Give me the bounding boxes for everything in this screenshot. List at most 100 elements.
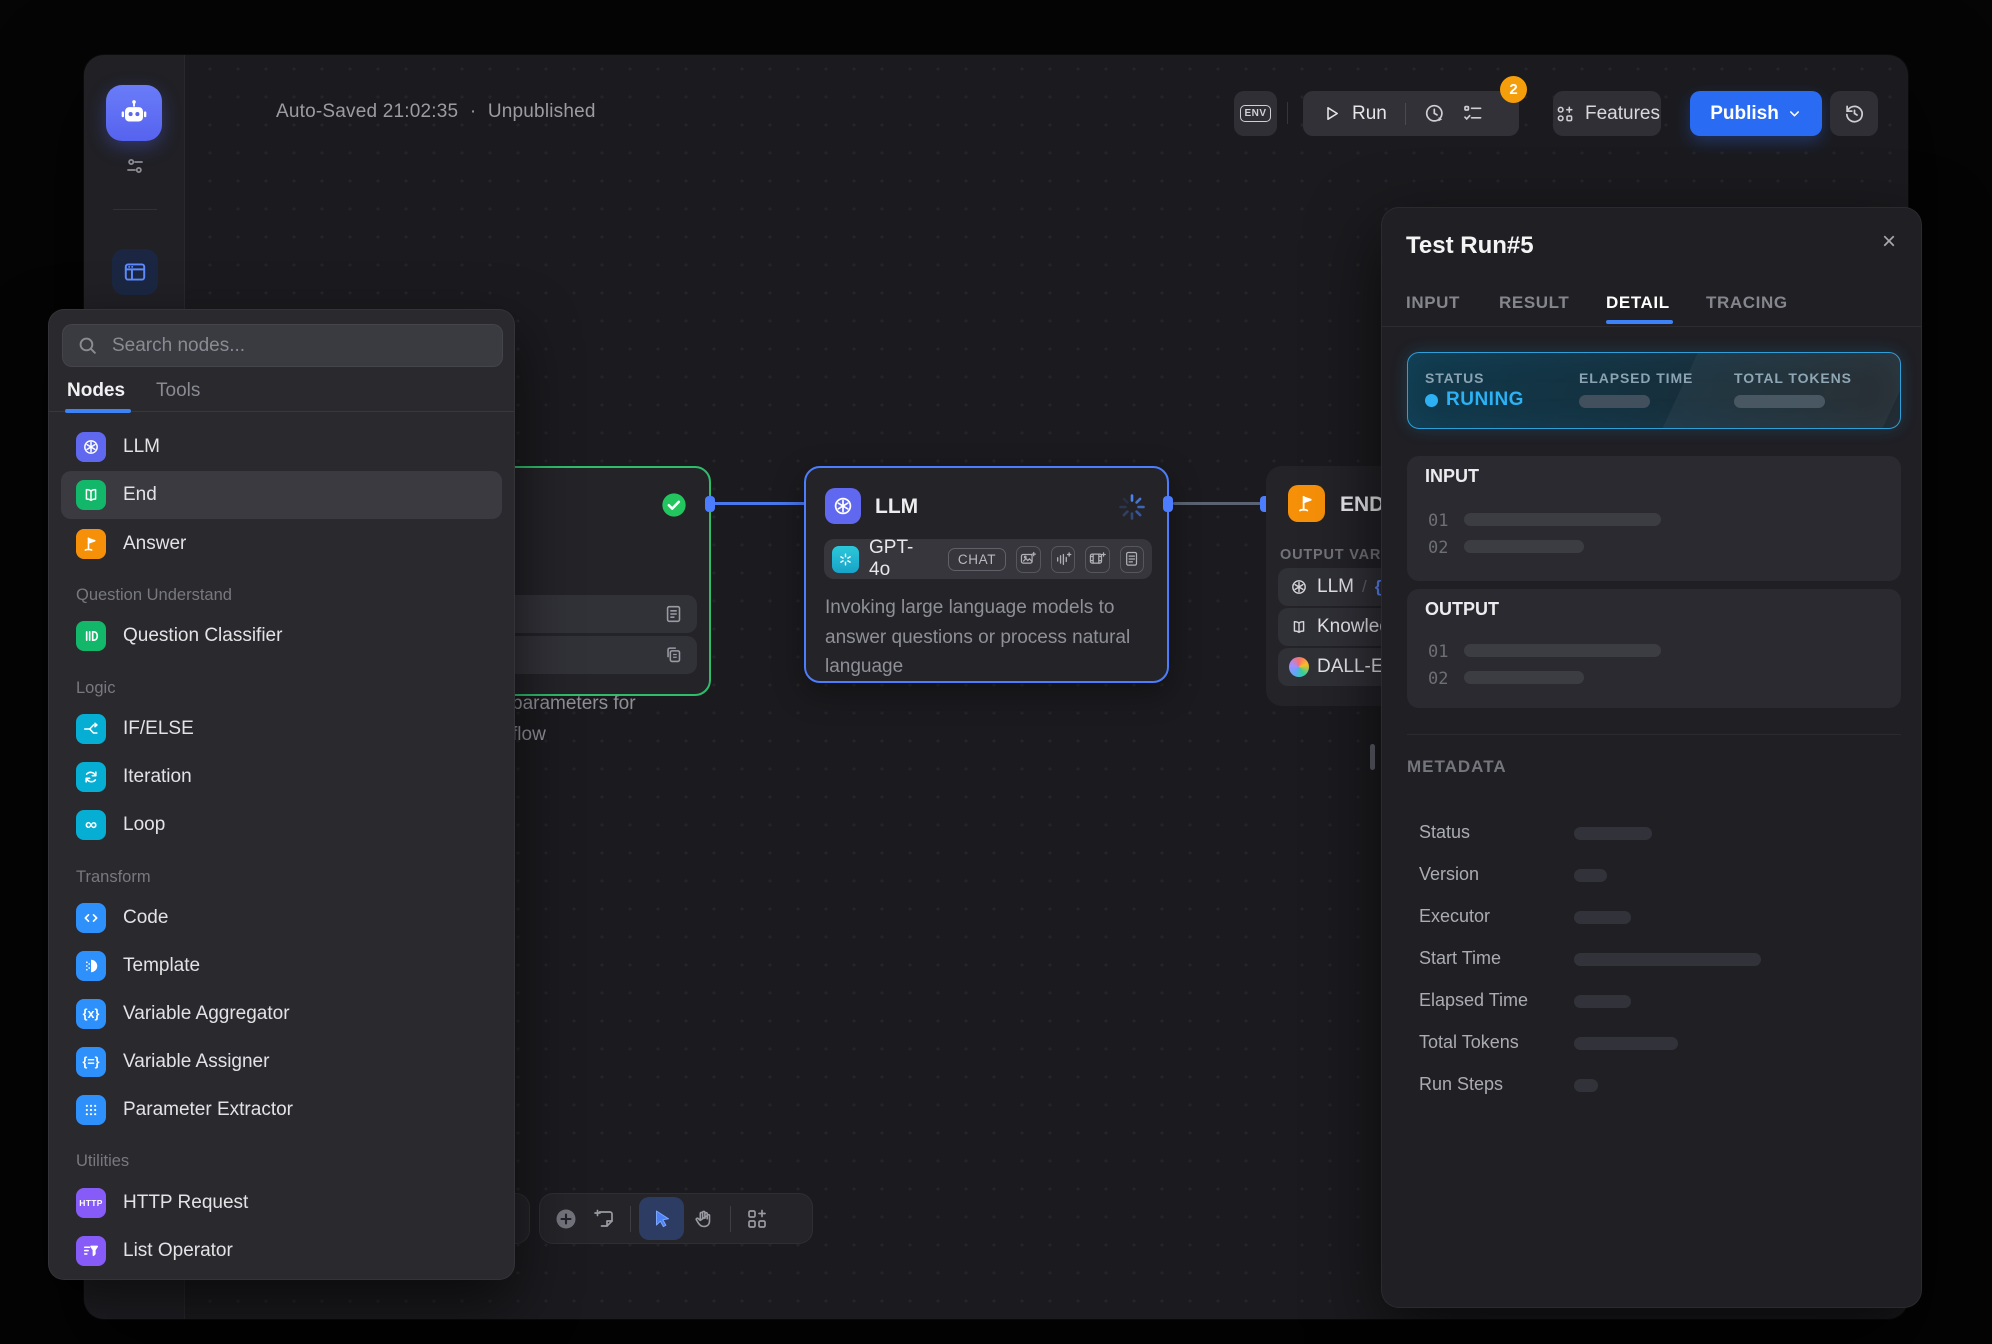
metadata-title: METADATA [1407, 757, 1507, 777]
screen: Auto-Saved 21:02:35 · Unpublished ENV Ru… [0, 0, 1992, 1344]
palette-item-question-classifier[interactable]: Question Classifier [61, 612, 502, 660]
canvas-toolbar [539, 1193, 813, 1244]
metadata-label-start-time: Start Time [1419, 948, 1501, 969]
version-history-button[interactable] [1830, 91, 1878, 136]
model-name: GPT-4o [869, 537, 928, 581]
tab-detail[interactable]: DETAIL [1606, 293, 1670, 313]
run-history-clock-icon[interactable] [1406, 102, 1461, 126]
output-variables-label: OUTPUT VARIA [1280, 547, 1397, 563]
preferences-sliders-icon[interactable] [123, 154, 147, 178]
variable-assigner-icon: {=} [76, 1047, 106, 1077]
var-separator: / [1362, 577, 1367, 597]
palette-item-answer[interactable]: Answer [61, 520, 502, 568]
llm-node[interactable]: LLM GPT-4o CHAT Invoking large language … [804, 466, 1169, 683]
document-capability-icon [1120, 546, 1144, 573]
iteration-icon [76, 762, 106, 792]
vision-capability-icon [1016, 546, 1040, 573]
chat-mode-badge: CHAT [948, 548, 1006, 571]
palette-item-template[interactable]: Template [61, 942, 502, 990]
add-node-button[interactable] [554, 1207, 578, 1231]
item-label: HTTP Request [123, 1192, 248, 1214]
close-icon[interactable]: × [1882, 230, 1896, 254]
app-logo-button[interactable] [106, 85, 162, 141]
end-node-icon [1288, 485, 1325, 522]
test-run-panel: Test Run#5 × INPUT RESULT DETAIL TRACING… [1381, 207, 1922, 1308]
palette-item-variable-aggregator[interactable]: {x} Variable Aggregator [61, 990, 502, 1038]
success-check-icon [660, 491, 688, 519]
list-operator-icon [76, 1236, 106, 1266]
llm-var-icon [1289, 577, 1309, 597]
palette-item-http-request[interactable]: HTTP HTTP Request [61, 1179, 502, 1227]
organize-nodes-button[interactable] [745, 1207, 769, 1231]
metadata-skeleton-bar [1574, 869, 1607, 882]
answer-flag-icon [76, 529, 106, 559]
palette-item-llm[interactable]: LLM [61, 423, 502, 471]
item-label: End [123, 484, 157, 506]
chevron-down-icon [1787, 106, 1802, 121]
item-label: Code [123, 907, 168, 929]
publish-button[interactable]: Publish [1690, 91, 1822, 136]
metadata-label-version: Version [1419, 864, 1479, 885]
item-label: Template [123, 955, 200, 977]
autosave-text: Auto-Saved 21:02:35 [276, 101, 458, 122]
checklist-icon[interactable] [1461, 102, 1485, 126]
section-utilities: Utilities [76, 1152, 129, 1171]
node-search[interactable] [62, 324, 503, 367]
llm-model-selector[interactable]: GPT-4o CHAT [824, 539, 1152, 579]
start-output-port[interactable] [705, 496, 715, 512]
http-request-icon: HTTP [76, 1188, 106, 1218]
palette-item-variable-assigner[interactable]: {=} Variable Assigner [61, 1038, 502, 1086]
tab-tracing[interactable]: TRACING [1706, 293, 1788, 313]
item-label: Iteration [123, 766, 192, 788]
llm-node-title: LLM [875, 495, 918, 519]
palette-item-end[interactable]: End [61, 471, 502, 519]
palette-item-code[interactable]: Code [61, 894, 502, 942]
issues-count-badge: 2 [1500, 76, 1527, 103]
pointer-tool-button[interactable] [639, 1197, 684, 1240]
var-name: Knowled [1317, 616, 1390, 638]
palette-item-list-operator[interactable]: List Operator [61, 1227, 502, 1275]
tab-tools[interactable]: Tools [156, 380, 200, 402]
output-card-title: OUTPUT [1425, 599, 1499, 620]
knowledge-book-icon [1289, 617, 1309, 637]
palette-item-loop[interactable]: ∞ Loop [61, 801, 502, 849]
palette-item-if-else[interactable]: IF/ELSE [61, 705, 502, 753]
features-button[interactable]: Features [1553, 91, 1661, 136]
tab-nodes[interactable]: Nodes [67, 380, 125, 402]
toolbar-divider [630, 1206, 631, 1232]
tab-result[interactable]: RESULT [1499, 293, 1569, 313]
item-label: IF/ELSE [123, 718, 194, 740]
dalle-icon [1289, 657, 1309, 677]
status-label: STATUS [1425, 370, 1484, 386]
run-button-group: Run [1303, 91, 1519, 136]
running-status-dot [1425, 394, 1438, 407]
output-skeleton-bar [1464, 644, 1661, 657]
env-button[interactable]: ENV [1234, 91, 1277, 136]
input-skeleton-bar [1464, 513, 1661, 526]
add-note-button[interactable] [592, 1207, 616, 1231]
llm-output-port[interactable] [1163, 496, 1173, 512]
pointer-icon [650, 1207, 674, 1231]
metadata-label-executor: Executor [1419, 906, 1490, 927]
start-node-description-line1: parameters for [512, 689, 636, 719]
workflow-window-button[interactable] [112, 249, 158, 295]
metadata-label-status: Status [1419, 822, 1470, 843]
search-input[interactable] [110, 334, 488, 358]
publish-label: Publish [1710, 103, 1779, 125]
edge-start-to-llm [714, 502, 806, 505]
output-skeleton-bar [1464, 671, 1584, 684]
item-label: Loop [123, 814, 165, 836]
run-button[interactable]: Run [1303, 103, 1405, 125]
run-status-card: STATUS ELAPSED TIME TOTAL TOKENS RUNING [1407, 352, 1901, 429]
hand-tool-button[interactable] [692, 1207, 716, 1231]
panel-resize-handle[interactable] [1370, 744, 1375, 770]
palette-item-iteration[interactable]: Iteration [61, 753, 502, 801]
question-classifier-icon [76, 621, 106, 651]
metadata-skeleton-bar [1574, 827, 1652, 840]
end-node-title: END [1340, 493, 1384, 517]
input-card: INPUT 01 02 [1407, 456, 1901, 581]
tab-input[interactable]: INPUT [1406, 293, 1460, 313]
palette-item-parameter-extractor[interactable]: Parameter Extractor [61, 1086, 502, 1134]
item-label: Variable Assigner [123, 1051, 269, 1073]
loop-infinity-icon: ∞ [76, 810, 106, 840]
